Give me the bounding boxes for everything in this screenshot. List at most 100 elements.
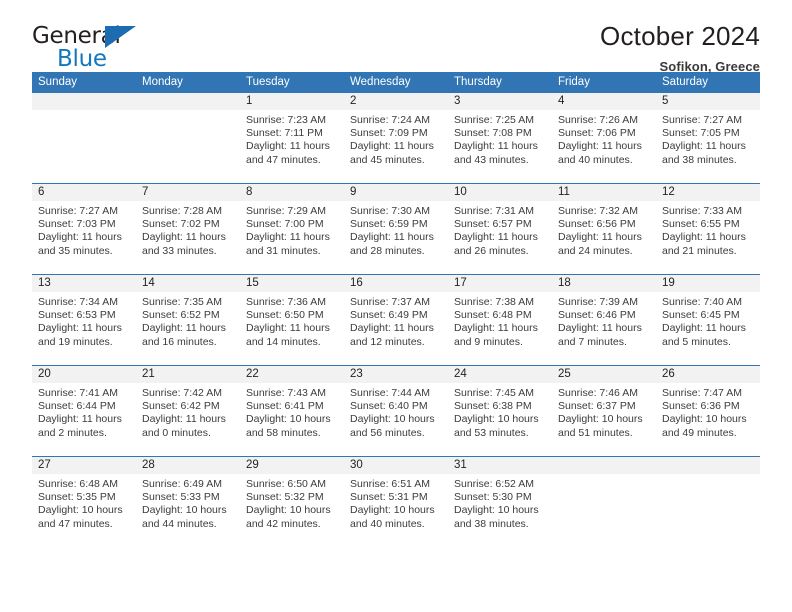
calendar-day-cell[interactable]: 5 Sunrise: 7:27 AM Sunset: 7:05 PM Daylight…: [656, 93, 760, 184]
calendar-day-cell[interactable]: 25 Sunrise: 7:46 AM Sunset: 6:37 PM Dayligh…: [552, 365, 656, 457]
sunset-time: Sunset: 6:44 PM: [38, 400, 116, 413]
daylight-duration-line1: Daylight: 10 hours: [454, 504, 539, 517]
sunrise-time: Sunrise: 7:44 AM: [350, 387, 430, 399]
day-cell-content: 19 Sunrise: 7:40 AM Sunset: 6:45 PM Dayligh…: [656, 275, 760, 365]
calendar-day-cell[interactable]: 8 Sunrise: 7:29 AM Sunset: 7:00 PM Daylight…: [240, 183, 344, 275]
general-blue-logo[interactable]: General Blue: [32, 22, 152, 74]
calendar-day-cell[interactable]: 16 Sunrise: 7:37 AM Sunset: 6:49 PM Dayligh…: [344, 274, 448, 366]
calendar-day-cell[interactable]: 18 Sunrise: 7:39 AM Sunset: 6:46 PM Dayligh…: [552, 274, 656, 366]
calendar-day-cell[interactable]: 28 Sunrise: 6:49 AM Sunset: 5:33 PM Dayligh…: [136, 456, 240, 547]
day-number: 21: [136, 366, 240, 383]
sunrise-time: Sunrise: 7:30 AM: [350, 205, 430, 217]
sunset-time: Sunset: 6:40 PM: [350, 400, 428, 413]
calendar-week-row: 6 Sunrise: 7:27 AM Sunset: 7:03 PM Daylight…: [32, 183, 760, 275]
day-number: 20: [32, 366, 136, 383]
day-cell-content: 27 Sunrise: 6:48 AM Sunset: 5:35 PM Dayligh…: [32, 457, 136, 547]
calendar-day-cell[interactable]: 17 Sunrise: 7:38 AM Sunset: 6:48 PM Dayligh…: [448, 274, 552, 366]
weekday-header-wednesday: Wednesday: [344, 72, 448, 93]
calendar-week-row: 20 Sunrise: 7:41 AM Sunset: 6:44 PM Dayligh…: [32, 365, 760, 457]
day-number: 12: [656, 184, 760, 201]
daylight-duration-line1: Daylight: 11 hours: [38, 322, 122, 335]
calendar-day-cell[interactable]: 29 Sunrise: 6:50 AM Sunset: 5:32 PM Dayligh…: [240, 456, 344, 547]
calendar-day-cell[interactable]: 12 Sunrise: 7:33 AM Sunset: 6:55 PM Dayligh…: [656, 183, 760, 275]
calendar-day-cell[interactable]: 15 Sunrise: 7:36 AM Sunset: 6:50 PM Dayligh…: [240, 274, 344, 366]
sunset-time: Sunset: 7:02 PM: [142, 218, 220, 231]
day-cell-content: 2 Sunrise: 7:24 AM Sunset: 7:09 PM Daylight…: [344, 93, 448, 183]
calendar-week-row: 1 Sunrise: 7:23 AM Sunset: 7:11 PM Daylight…: [32, 93, 760, 184]
day-sun-info: Sunrise: 7:45 AM Sunset: 6:38 PM Daylight:…: [448, 383, 552, 440]
sunrise-time: Sunrise: 7:27 AM: [662, 114, 742, 126]
day-number: 18: [552, 275, 656, 292]
day-number: [136, 93, 240, 110]
sunrise-time: Sunrise: 7:25 AM: [454, 114, 534, 126]
calendar-day-cell[interactable]: 2 Sunrise: 7:24 AM Sunset: 7:09 PM Daylight…: [344, 93, 448, 184]
day-number: 4: [552, 93, 656, 110]
daylight-duration-line1: Daylight: 11 hours: [38, 231, 122, 244]
calendar-day-cell[interactable]: 23 Sunrise: 7:44 AM Sunset: 6:40 PM Dayligh…: [344, 365, 448, 457]
daylight-duration-line1: Daylight: 11 hours: [454, 322, 538, 335]
day-number: 3: [448, 93, 552, 110]
day-number: 13: [32, 275, 136, 292]
day-sun-info: Sunrise: 7:30 AM Sunset: 6:59 PM Daylight:…: [344, 201, 448, 258]
page-title: October 2024: [600, 21, 760, 51]
daylight-duration-line2: and 56 minutes.: [350, 426, 425, 439]
calendar-day-cell[interactable]: 4 Sunrise: 7:26 AM Sunset: 7:06 PM Daylight…: [552, 93, 656, 184]
calendar-day-cell[interactable]: 6 Sunrise: 7:27 AM Sunset: 7:03 PM Daylight…: [32, 183, 136, 275]
day-sun-info: Sunrise: 7:33 AM Sunset: 6:55 PM Daylight:…: [656, 201, 760, 258]
day-cell-content: 8 Sunrise: 7:29 AM Sunset: 7:00 PM Daylight…: [240, 184, 344, 274]
calendar-day-cell[interactable]: 21 Sunrise: 7:42 AM Sunset: 6:42 PM Dayligh…: [136, 365, 240, 457]
calendar-day-cell[interactable]: 26 Sunrise: 7:47 AM Sunset: 6:36 PM Dayligh…: [656, 365, 760, 457]
day-cell-content: 30 Sunrise: 6:51 AM Sunset: 5:31 PM Dayligh…: [344, 457, 448, 547]
sunrise-time: Sunrise: 7:26 AM: [558, 114, 638, 126]
day-sun-info: Sunrise: 7:38 AM Sunset: 6:48 PM Daylight:…: [448, 292, 552, 349]
calendar-day-cell[interactable]: 24 Sunrise: 7:45 AM Sunset: 6:38 PM Dayligh…: [448, 365, 552, 457]
calendar-day-cell[interactable]: 10 Sunrise: 7:31 AM Sunset: 6:57 PM Dayligh…: [448, 183, 552, 275]
day-number: 6: [32, 184, 136, 201]
day-number: 24: [448, 366, 552, 383]
daylight-duration-line1: Daylight: 11 hours: [558, 322, 642, 335]
weekday-header-thursday: Thursday: [448, 72, 552, 93]
calendar-day-cell[interactable]: 7 Sunrise: 7:28 AM Sunset: 7:02 PM Daylight…: [136, 183, 240, 275]
daylight-duration-line2: and 40 minutes.: [350, 517, 425, 530]
sunset-time: Sunset: 6:49 PM: [350, 309, 428, 322]
day-sun-info: Sunrise: 7:44 AM Sunset: 6:40 PM Daylight:…: [344, 383, 448, 440]
daylight-duration-line2: and 35 minutes.: [38, 244, 113, 257]
calendar-day-cell[interactable]: 22 Sunrise: 7:43 AM Sunset: 6:41 PM Dayligh…: [240, 365, 344, 457]
page-header: General Blue October 2024 Sofikon, Greec…: [32, 0, 760, 74]
day-number: [656, 457, 760, 474]
calendar-day-cell[interactable]: 30 Sunrise: 6:51 AM Sunset: 5:31 PM Dayligh…: [344, 456, 448, 547]
calendar-day-cell[interactable]: 11 Sunrise: 7:32 AM Sunset: 6:56 PM Dayligh…: [552, 183, 656, 275]
day-number: 19: [656, 275, 760, 292]
title-block: October 2024 Sofikon, Greece: [600, 22, 760, 74]
sunset-time: Sunset: 6:59 PM: [350, 218, 428, 231]
daylight-duration-line2: and 19 minutes.: [38, 335, 113, 348]
daylight-duration-line2: and 16 minutes.: [142, 335, 217, 348]
calendar-day-cell[interactable]: 20 Sunrise: 7:41 AM Sunset: 6:44 PM Dayligh…: [32, 365, 136, 457]
weekday-header-sunday: Sunday: [32, 72, 136, 93]
page-subtitle-location: Sofikon, Greece: [659, 58, 760, 74]
calendar-day-cell[interactable]: 31 Sunrise: 6:52 AM Sunset: 5:30 PM Dayligh…: [448, 456, 552, 547]
calendar-day-cell[interactable]: 3 Sunrise: 7:25 AM Sunset: 7:08 PM Daylight…: [448, 93, 552, 184]
calendar-day-cell[interactable]: 9 Sunrise: 7:30 AM Sunset: 6:59 PM Daylight…: [344, 183, 448, 275]
calendar-day-cell[interactable]: 14 Sunrise: 7:35 AM Sunset: 6:52 PM Dayligh…: [136, 274, 240, 366]
daylight-duration-line2: and 28 minutes.: [350, 244, 425, 257]
day-sun-info: Sunrise: 7:43 AM Sunset: 6:41 PM Daylight:…: [240, 383, 344, 440]
weekday-header-tuesday: Tuesday: [240, 72, 344, 93]
sunset-time: Sunset: 7:05 PM: [662, 127, 740, 140]
day-sun-info: Sunrise: 7:34 AM Sunset: 6:53 PM Daylight:…: [32, 292, 136, 349]
sunrise-time: Sunrise: 6:49 AM: [142, 478, 222, 490]
logo-triangle-icon: [105, 26, 136, 48]
day-sun-info: Sunrise: 7:24 AM Sunset: 7:09 PM Daylight:…: [344, 110, 448, 167]
calendar-day-cell[interactable]: 19 Sunrise: 7:40 AM Sunset: 6:45 PM Dayligh…: [656, 274, 760, 366]
daylight-duration-line1: Daylight: 10 hours: [246, 413, 331, 426]
calendar-day-cell[interactable]: 13 Sunrise: 7:34 AM Sunset: 6:53 PM Dayligh…: [32, 274, 136, 366]
day-cell-content: 29 Sunrise: 6:50 AM Sunset: 5:32 PM Dayligh…: [240, 457, 344, 547]
calendar-day-cell[interactable]: 1 Sunrise: 7:23 AM Sunset: 7:11 PM Daylight…: [240, 93, 344, 184]
daylight-duration-line1: Daylight: 10 hours: [662, 413, 747, 426]
day-cell-content: [32, 93, 136, 183]
day-number: 2: [344, 93, 448, 110]
day-sun-info: Sunrise: 7:26 AM Sunset: 7:06 PM Daylight:…: [552, 110, 656, 167]
calendar-day-cell[interactable]: 27 Sunrise: 6:48 AM Sunset: 5:35 PM Dayligh…: [32, 456, 136, 547]
daylight-duration-line1: Daylight: 11 hours: [246, 231, 330, 244]
day-cell-content: 22 Sunrise: 7:43 AM Sunset: 6:41 PM Dayligh…: [240, 366, 344, 456]
